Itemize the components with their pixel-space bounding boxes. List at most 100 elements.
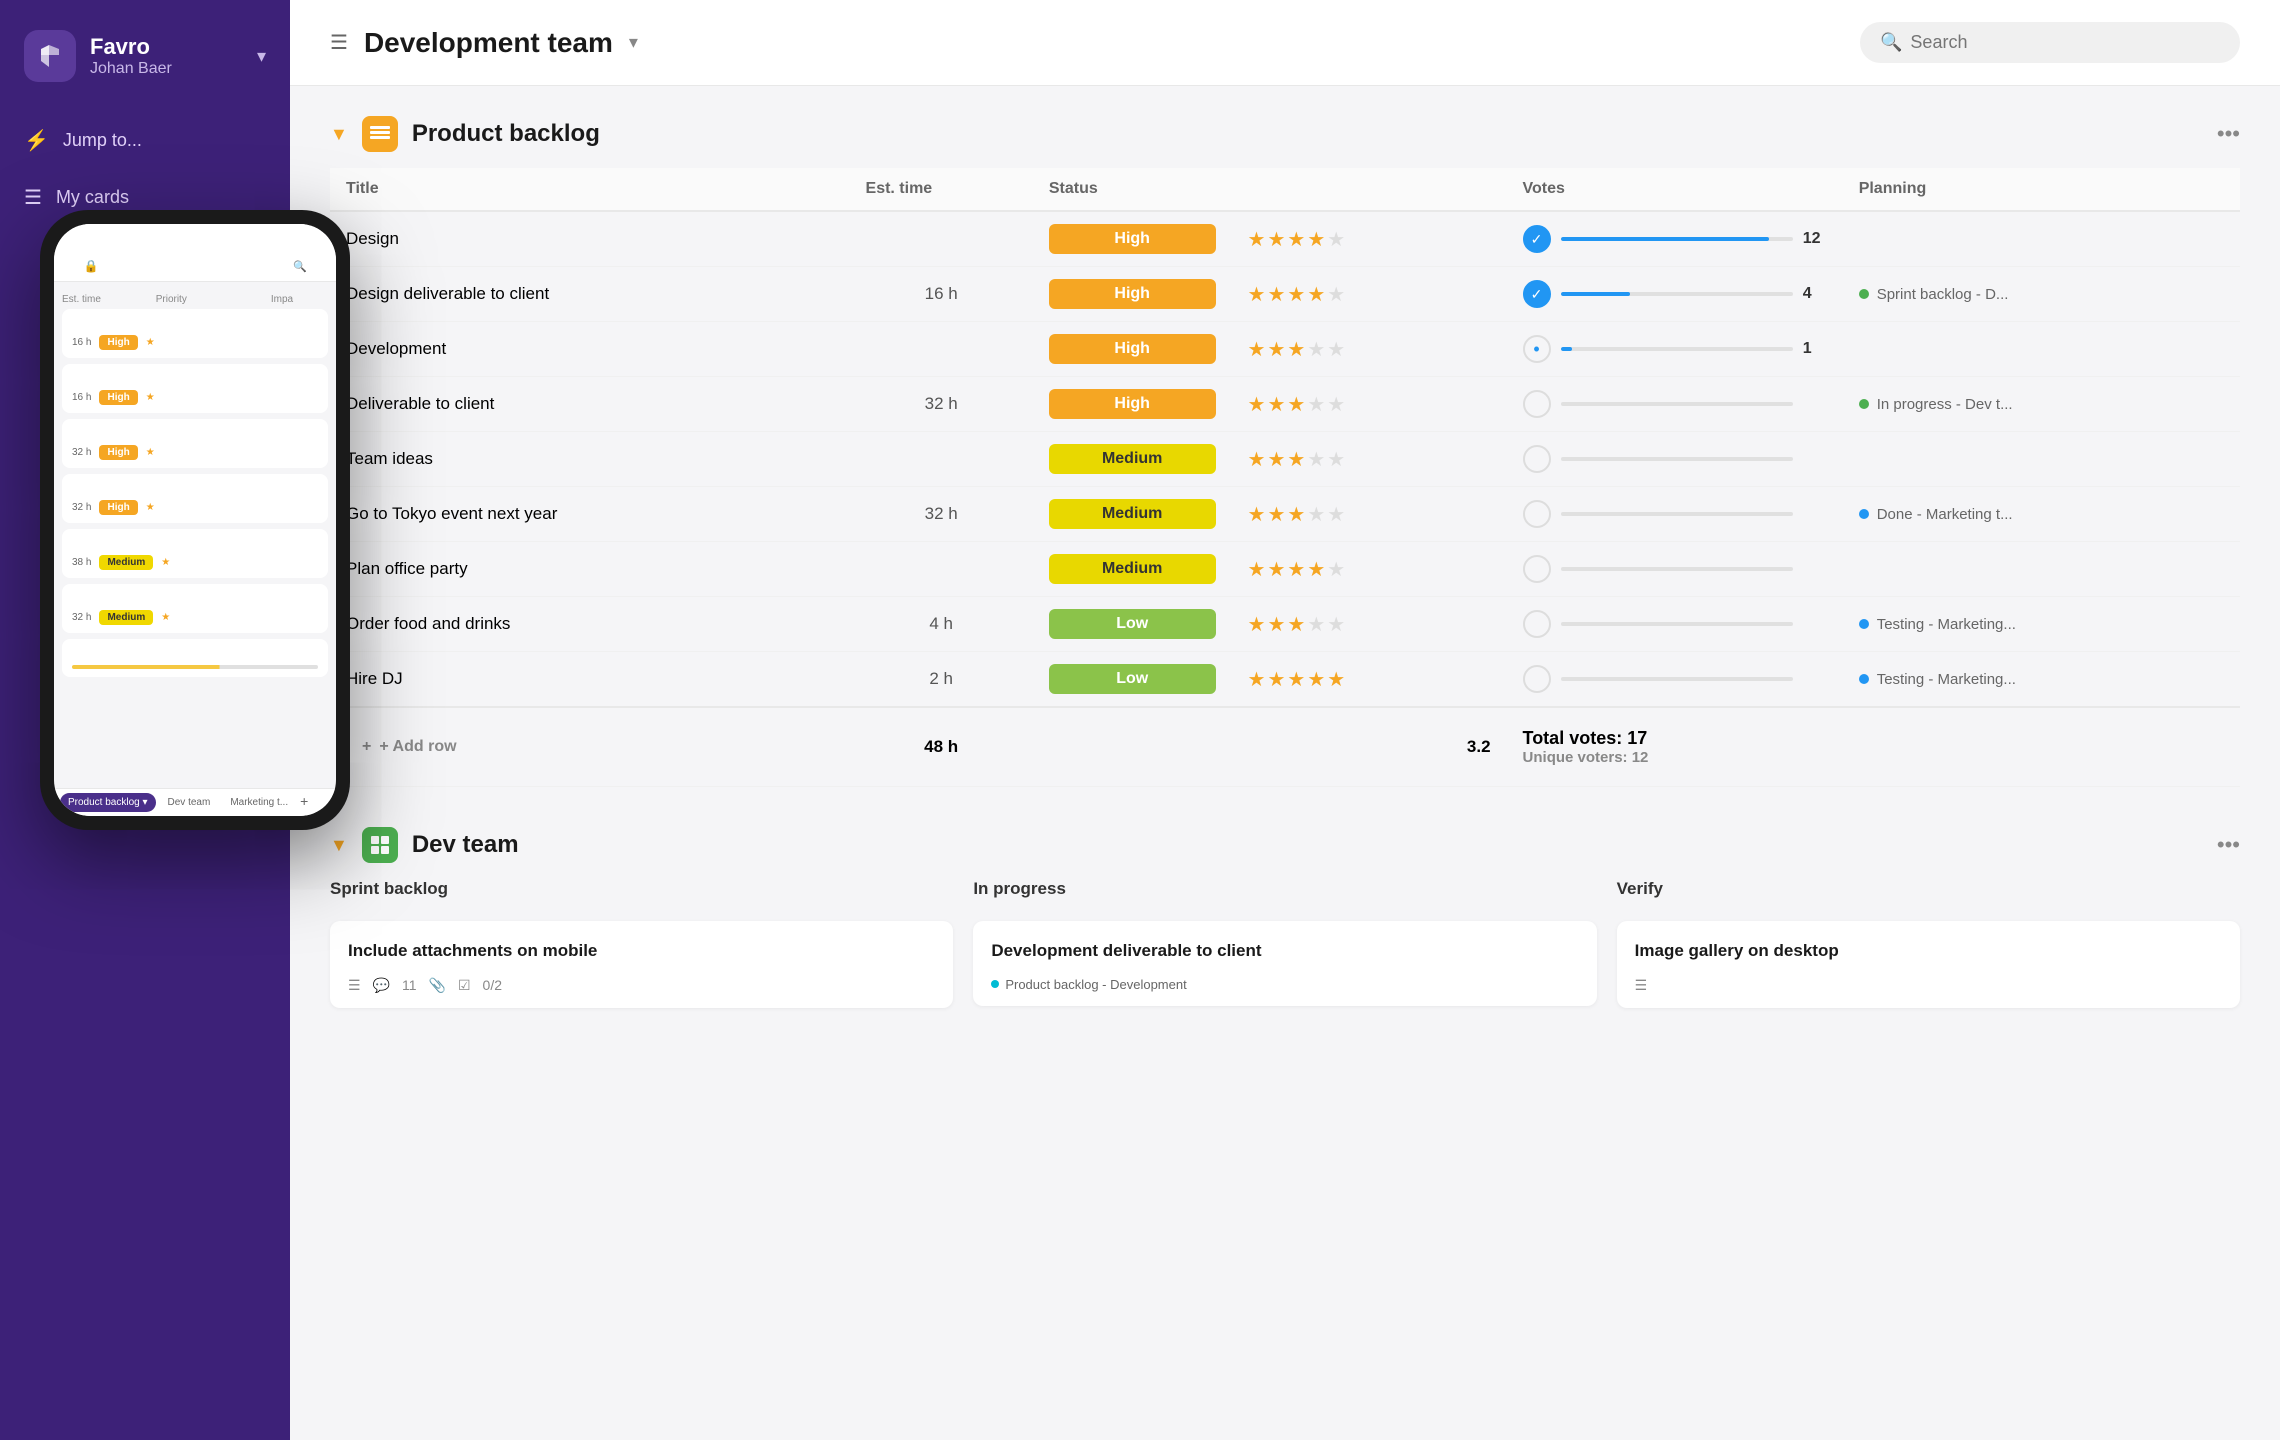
sidebar-item-jump-to[interactable]: ⚡ Jump to... — [0, 112, 290, 169]
cell-status[interactable]: Low — [1033, 597, 1232, 652]
cell-status[interactable]: Medium — [1033, 542, 1232, 597]
planning-item[interactable]: Testing - Marketing... — [1859, 616, 2224, 633]
cell-stars[interactable]: ★★★★★ — [1232, 597, 1507, 652]
cell-votes[interactable] — [1507, 652, 1843, 708]
add-row-button[interactable]: + + Add row — [346, 724, 834, 770]
phone-tab-marketing[interactable]: Marketing t... — [222, 793, 296, 812]
cell-stars[interactable]: ★★★★★ — [1232, 211, 1507, 267]
dev-section-more-icon[interactable]: ••• — [2217, 832, 2240, 858]
unique-voters: Unique voters: 12 — [1523, 749, 1827, 766]
main-title: Development team — [364, 27, 613, 59]
vote-slider[interactable] — [1561, 677, 1793, 681]
vote-slider[interactable] — [1561, 347, 1793, 351]
vote-circle[interactable]: ✓ — [1523, 225, 1551, 253]
sidebar-collapse-icon[interactable]: ▾ — [257, 46, 266, 67]
cell-title[interactable]: Plan office party — [330, 542, 850, 597]
cell-stars[interactable]: ★★★★★ — [1232, 652, 1507, 708]
vote-circle[interactable] — [1523, 390, 1551, 418]
vote-container — [1523, 390, 1827, 418]
vote-circle[interactable]: ✓ — [1523, 280, 1551, 308]
planning-dot — [1859, 399, 1869, 409]
vote-slider[interactable] — [1561, 622, 1793, 626]
phone-search-icon[interactable]: 🔍 — [293, 260, 307, 273]
section-collapse-icon[interactable]: ▼ — [330, 124, 348, 145]
footer-planning-empty — [1843, 707, 2240, 787]
phone-more-icon[interactable]: ⋯ — [313, 260, 324, 273]
vote-count: 12 — [1803, 230, 1827, 248]
cell-status[interactable]: Low — [1033, 652, 1232, 708]
section-more-icon[interactable]: ••• — [2217, 121, 2240, 147]
section-title: Product backlog — [412, 120, 2203, 148]
planning-item[interactable]: Done - Marketing t... — [1859, 506, 2224, 523]
phone-tabs: Product backlog ▾ Dev team Marketing t..… — [54, 788, 336, 816]
col-header-planning: Planning — [1843, 168, 2240, 211]
phone-add-tab-button[interactable]: + — [300, 793, 308, 812]
dev-card: Include attachments on mobile ☰ 💬 11 📎 ☑… — [330, 921, 953, 1008]
dev-section-icon — [362, 827, 398, 863]
cell-votes[interactable] — [1507, 542, 1843, 597]
cell-title[interactable]: Design deliverable to client — [330, 267, 850, 322]
card-list-icon: ☰ — [348, 977, 361, 994]
planning-item[interactable]: Testing - Marketing... — [1859, 671, 2224, 688]
phone-card-badge: Medium — [99, 610, 153, 625]
vote-circle[interactable] — [1523, 500, 1551, 528]
dev-section-collapse-icon[interactable]: ▼ — [330, 835, 348, 856]
cell-stars[interactable]: ★★★★★ — [1232, 487, 1507, 542]
cell-votes[interactable]: ✓ 12 — [1507, 211, 1843, 267]
cell-stars[interactable]: ★★★★★ — [1232, 322, 1507, 377]
jump-to-label: Jump to... — [63, 130, 142, 151]
add-icon: + — [362, 738, 371, 756]
planning-item[interactable]: Sprint backlog - D... — [1859, 286, 2224, 303]
cell-est-time: 32 h — [850, 377, 1033, 432]
cell-status[interactable]: High — [1033, 377, 1232, 432]
cell-status[interactable]: High — [1033, 211, 1232, 267]
cell-title[interactable]: Deliverable to client — [330, 377, 850, 432]
cell-status[interactable]: High — [1033, 322, 1232, 377]
cell-stars[interactable]: ★★★★★ — [1232, 377, 1507, 432]
cell-votes[interactable] — [1507, 487, 1843, 542]
vote-slider[interactable] — [1561, 457, 1793, 461]
phone-tab-product-backlog[interactable]: Product backlog ▾ — [60, 793, 156, 812]
cell-title[interactable]: Development — [330, 322, 850, 377]
cell-votes[interactable] — [1507, 597, 1843, 652]
cell-votes[interactable]: • 1 — [1507, 322, 1843, 377]
table-row: Design deliverable to client16 hHigh★★★★… — [330, 267, 2240, 322]
vote-slider[interactable] — [1561, 567, 1793, 571]
cell-stars[interactable]: ★★★★★ — [1232, 542, 1507, 597]
search-input[interactable] — [1910, 32, 2220, 53]
cell-title[interactable]: Team ideas — [330, 432, 850, 487]
vote-slider[interactable] — [1561, 512, 1793, 516]
phone-card-meta: 16 h High ★ — [72, 335, 318, 350]
cell-status[interactable]: Medium — [1033, 487, 1232, 542]
cell-status[interactable]: High — [1033, 267, 1232, 322]
cell-planning — [1843, 211, 2240, 267]
status-badge: Low — [1049, 609, 1216, 639]
planning-item[interactable]: In progress - Dev t... — [1859, 396, 2224, 413]
cell-votes[interactable] — [1507, 432, 1843, 487]
vote-slider[interactable] — [1561, 402, 1793, 406]
phone-grid-icon[interactable]: ⊞ — [278, 260, 287, 273]
vote-circle[interactable] — [1523, 555, 1551, 583]
table-row: Go to Tokyo event next year32 hMedium★★★… — [330, 487, 2240, 542]
cell-title[interactable]: Go to Tokyo event next year — [330, 487, 850, 542]
cell-stars[interactable]: ★★★★★ — [1232, 432, 1507, 487]
star-rating: ★★★★★ — [1248, 229, 1348, 251]
vote-circle[interactable] — [1523, 665, 1551, 693]
cell-stars[interactable]: ★★★★★ — [1232, 267, 1507, 322]
vote-slider[interactable] — [1561, 237, 1793, 241]
cell-votes[interactable]: ✓ 4 — [1507, 267, 1843, 322]
phone-tab-dev-team[interactable]: Dev team — [160, 793, 219, 812]
vote-circle[interactable] — [1523, 610, 1551, 638]
cell-title[interactable]: Hire DJ — [330, 652, 850, 708]
cell-votes[interactable] — [1507, 377, 1843, 432]
add-row-cell: + + Add row — [330, 707, 850, 787]
cell-title[interactable]: Design — [330, 211, 850, 267]
hamburger-icon[interactable]: ☰ — [330, 30, 348, 55]
title-chevron-icon[interactable]: ▾ — [629, 32, 638, 53]
cell-title[interactable]: Order food and drinks — [330, 597, 850, 652]
cell-status[interactable]: Medium — [1033, 432, 1232, 487]
vote-circle[interactable]: • — [1523, 335, 1551, 363]
card-attach-icon: 📎 — [429, 977, 446, 994]
vote-circle[interactable] — [1523, 445, 1551, 473]
vote-slider[interactable] — [1561, 292, 1793, 296]
